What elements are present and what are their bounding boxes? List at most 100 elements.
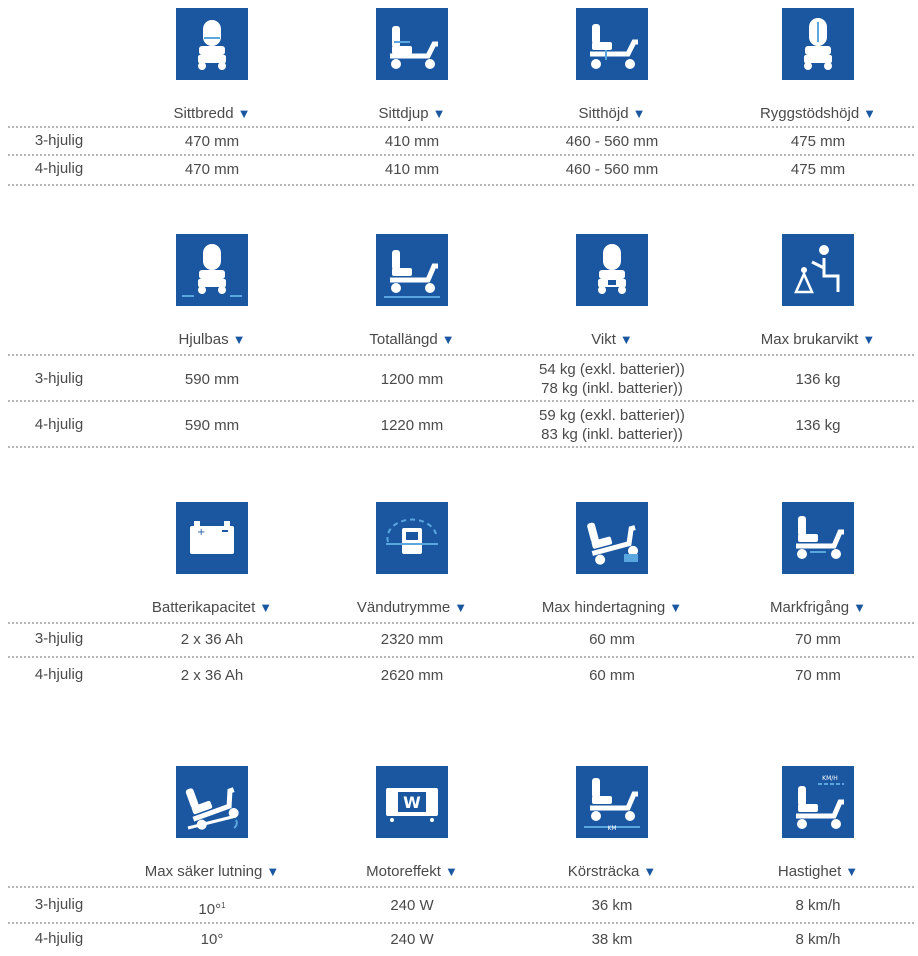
header-max-slope[interactable]: Max säker lutning ▼ <box>112 858 312 886</box>
divider <box>8 126 914 128</box>
obstacle-climb-icon <box>576 502 648 574</box>
icon-row: + <box>0 502 918 574</box>
header-turning-space[interactable]: Vändutrymme ▼ <box>312 594 512 622</box>
value-cell: 70 mm <box>795 667 841 684</box>
divider <box>8 922 914 924</box>
sort-down-icon[interactable]: ▼ <box>445 864 458 879</box>
header-max-user-weight[interactable]: Max brukarvikt ▼ <box>718 326 918 354</box>
sort-down-icon[interactable]: ▼ <box>669 600 682 615</box>
value-cell: 460 - 560 mm <box>565 161 659 178</box>
value-cell: 1200 mm <box>380 371 444 388</box>
sort-down-icon[interactable]: ▼ <box>238 106 251 121</box>
sort-down-icon[interactable]: ▼ <box>433 106 446 121</box>
row-label: 3-hjulig <box>34 132 84 149</box>
value-cell: 60 mm <box>589 667 635 684</box>
header-range[interactable]: Körsträcka ▼ <box>512 858 712 886</box>
row-label: 4-hjulig <box>34 160 84 177</box>
value-cell: 470 mm <box>184 133 240 150</box>
value-cell: 2620 mm <box>380 667 444 684</box>
divider <box>8 400 914 402</box>
value-cell: 460 - 560 mm <box>565 133 659 150</box>
header-weight[interactable]: Vikt ▼ <box>512 326 712 354</box>
divider <box>8 154 914 156</box>
ground-clearance-icon <box>782 502 854 574</box>
value-cell: 240 W <box>390 931 434 948</box>
battery-icon: + <box>176 502 248 574</box>
header-max-obstacle[interactable]: Max hindertagning ▼ <box>512 594 712 622</box>
header-row: Batterikapacitet ▼ Vändutrymme ▼ Max hinde… <box>0 594 918 622</box>
speed-icon: KM/H <box>782 766 854 838</box>
value-cell: 470 mm <box>184 161 240 178</box>
sort-down-icon[interactable]: ▼ <box>633 106 646 121</box>
header-speed[interactable]: Hastighet ▼ <box>718 858 918 886</box>
value-cell: 10°1 <box>198 901 226 918</box>
value-cell: 60 mm <box>589 631 635 648</box>
sort-down-icon[interactable]: ▼ <box>620 332 633 347</box>
sort-down-icon[interactable]: ▼ <box>442 332 455 347</box>
icon-row <box>0 8 918 80</box>
sort-down-icon[interactable]: ▼ <box>862 332 875 347</box>
total-length-icon <box>376 234 448 306</box>
range-km-label: KM <box>607 825 616 832</box>
value-cell: 2320 mm <box>380 631 444 648</box>
divider <box>8 184 914 186</box>
value-cell-multiline: 59 kg (exkl. batterier)) 83 kg (inkl. ba… <box>539 407 685 443</box>
row-label: 4-hjulig <box>34 666 84 683</box>
wheelbase-icon <box>176 234 248 306</box>
spec-section-drive: W KM KM/H Max säker lutning ▼ Motoreffekt… <box>0 766 918 956</box>
divider <box>8 622 914 624</box>
seat-width-icon <box>176 8 248 80</box>
header-motor-power[interactable]: Motoreffekt ▼ <box>312 858 512 886</box>
spec-section-performance: + Batterikapacitet ▼ Vändutrymme ▼ Max hin… <box>0 502 918 692</box>
motor-w-label: W <box>403 793 421 812</box>
header-seat-depth[interactable]: Sittdjup ▼ <box>312 100 512 128</box>
value-cell: 8 km/h <box>795 897 841 914</box>
header-ground-clearance[interactable]: Markfrigång ▼ <box>718 594 918 622</box>
weight-icon <box>576 234 648 306</box>
value-cell: 410 mm <box>384 161 440 178</box>
sort-down-icon[interactable]: ▼ <box>845 864 858 879</box>
spec-section-dimensions: Hjulbas ▼ Totallängd ▼ Vikt ▼ Max brukarvik… <box>0 234 918 454</box>
sort-down-icon[interactable]: ▼ <box>454 600 467 615</box>
divider <box>8 354 914 356</box>
sort-down-icon[interactable]: ▼ <box>863 106 876 121</box>
value-cell: 70 mm <box>795 631 841 648</box>
row-label: 3-hjulig <box>34 370 84 387</box>
header-seat-height[interactable]: Sitthöjd ▼ <box>512 100 712 128</box>
value-cell: 136 kg <box>795 417 841 434</box>
max-user-weight-icon <box>782 234 854 306</box>
sort-down-icon[interactable]: ▼ <box>259 600 272 615</box>
value-cell-multiline: 54 kg (exkl. batterier)) 78 kg (inkl. ba… <box>539 361 685 397</box>
value-cell: 10° <box>200 931 224 948</box>
max-slope-icon <box>176 766 248 838</box>
seat-depth-icon <box>376 8 448 80</box>
value-cell: 475 mm <box>790 161 846 178</box>
header-total-length[interactable]: Totallängd ▼ <box>312 326 512 354</box>
footnote-mark: 1 <box>221 901 226 910</box>
row-label: 4-hjulig <box>34 930 84 947</box>
sort-down-icon[interactable]: ▼ <box>853 600 866 615</box>
value-cell: 2 x 36 Ah <box>180 667 244 684</box>
header-battery-capacity[interactable]: Batterikapacitet ▼ <box>112 594 312 622</box>
header-wheelbase[interactable]: Hjulbas ▼ <box>112 326 312 354</box>
motor-power-icon: W <box>376 766 448 838</box>
value-cell: 2 x 36 Ah <box>180 631 244 648</box>
value-cell: 136 kg <box>795 371 841 388</box>
svg-text:+: + <box>197 527 205 538</box>
divider <box>8 886 914 888</box>
header-backrest-height[interactable]: Ryggstödshöjd ▼ <box>718 100 918 128</box>
row-label: 3-hjulig <box>34 630 84 647</box>
sort-down-icon[interactable]: ▼ <box>643 864 656 879</box>
value-cell: 475 mm <box>790 133 846 150</box>
header-seat-width[interactable]: Sittbredd ▼ <box>112 100 312 128</box>
sort-down-icon[interactable]: ▼ <box>233 332 246 347</box>
value-cell: 36 km <box>591 897 633 914</box>
speed-kmh-label: KM/H <box>822 775 838 782</box>
header-row: Hjulbas ▼ Totallängd ▼ Vikt ▼ Max brukarvik… <box>0 326 918 354</box>
value-cell: 240 W <box>390 897 434 914</box>
icon-row: W KM KM/H <box>0 766 918 838</box>
backrest-height-icon <box>782 8 854 80</box>
seat-height-icon <box>576 8 648 80</box>
sort-down-icon[interactable]: ▼ <box>266 864 279 879</box>
row-label: 3-hjulig <box>34 896 84 913</box>
